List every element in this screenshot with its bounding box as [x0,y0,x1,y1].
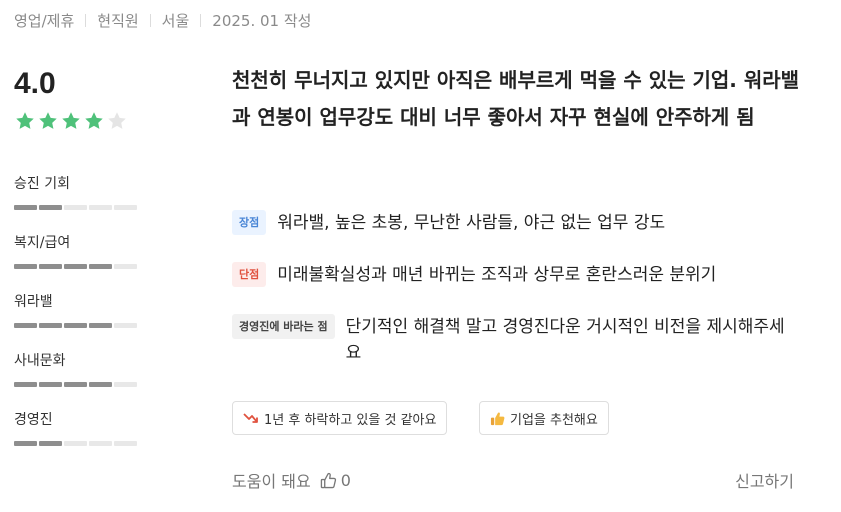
category-welfare: 복지/급여 [14,234,194,269]
rating-segment [39,382,62,387]
helpful-label: 도움이 돼요 [232,472,311,491]
rating-segment [64,441,87,446]
rating-segment [114,323,137,328]
category-rating-bar [14,264,194,269]
divider [149,14,151,27]
star-filled-icon [16,112,34,129]
star-filled-icon [39,112,57,129]
cons-tag: 단점 [232,262,267,287]
rating-segment [114,441,137,446]
job-category: 영업/제휴 [14,12,75,30]
star-empty-icon [108,112,126,129]
divider [85,14,87,27]
category-management: 경영진 [14,411,194,446]
written-date: 2025. 01 작성 [212,12,312,30]
cons-row: 단점 미래불확실성과 매년 바뀌는 조직과 상무로 혼란스러운 분위기 [232,262,807,288]
star-filled-icon [62,112,80,129]
rating-segment [39,323,62,328]
rating-segment [39,441,62,446]
thumbs-up-outline-icon [320,472,337,489]
rating-segment [14,264,37,269]
rating-segment [39,205,62,210]
category-label: 사내문화 [14,353,66,369]
review-meta: 영업/제휴 현직원 서울 2025. 01 작성 [14,10,311,31]
category-rating-bar [14,382,194,387]
trend-down-icon [243,411,259,425]
rating-panel: 4.0 승진 기회 복지/급여 워라밸 사내문화 경영진 [14,66,194,446]
recommend-chip[interactable]: 기업을 추천해요 [479,401,609,435]
rating-segment [89,441,112,446]
message-tag: 경영진에 바라는 점 [232,314,335,339]
rating-segment [114,205,137,210]
rating-segment [89,205,112,210]
star-filled-icon [85,112,103,129]
thumbs-up-icon [490,411,505,426]
rating-segment [64,382,87,387]
divider [200,14,202,27]
overall-score: 4.0 [14,67,56,100]
forecast-label: 1년 후 하락하고 있을 것 같아요 [264,412,437,428]
helpful-button[interactable]: 도움이 돼요 0 [232,468,351,492]
pros-row: 장점 워라밸, 높은 초봉, 무난한 사람들, 야근 없는 업무 강도 [232,210,807,236]
rating-segment [89,323,112,328]
rating-segment [14,205,37,210]
star-rating [14,110,194,132]
rating-segment [39,264,62,269]
cons-text: 미래불확실성과 매년 바뀌는 조직과 상무로 혼란스러운 분위기 [277,265,717,285]
category-label: 승진 기회 [14,176,70,192]
message-row: 경영진에 바라는 점 단기적인 해결책 말고 경영진다운 거시적인 비전을 제시… [232,314,807,366]
category-work-life-balance: 워라밸 [14,293,194,328]
pros-tag: 장점 [232,210,267,235]
category-label: 복지/급여 [14,235,71,251]
review-headline: 천천히 무너지고 있지만 아직은 배부르게 먹을 수 있는 기업. 워라밸과 연… [232,68,800,129]
rating-segment [14,441,37,446]
category-culture: 사내문화 [14,352,194,387]
category-promotion: 승진 기회 [14,175,194,210]
rating-segment [64,323,87,328]
rating-segment [64,264,87,269]
rating-segment [89,264,112,269]
recommend-label: 기업을 추천해요 [510,412,598,428]
rating-segment [64,205,87,210]
report-button[interactable]: 신고하기 [735,468,794,492]
forecast-chip[interactable]: 1년 후 하락하고 있을 것 같아요 [232,401,448,435]
pros-text: 워라밸, 높은 초봉, 무난한 사람들, 야근 없는 업무 강도 [277,213,666,233]
message-text: 단기적인 해결책 말고 경영진다운 거시적인 비전을 제시해주세요 [345,317,785,363]
rating-segment [14,382,37,387]
location: 서울 [161,12,190,30]
category-rating-bar [14,441,194,446]
category-rating-bar [14,323,194,328]
rating-segment [114,382,137,387]
helpful-count: 0 [340,470,351,490]
category-label: 워라밸 [14,294,53,310]
employment-status: 현직원 [97,12,139,30]
rating-segment [14,323,37,328]
rating-segment [89,382,112,387]
rating-segment [114,264,137,269]
category-rating-bar [14,205,194,210]
category-label: 경영진 [14,412,53,428]
